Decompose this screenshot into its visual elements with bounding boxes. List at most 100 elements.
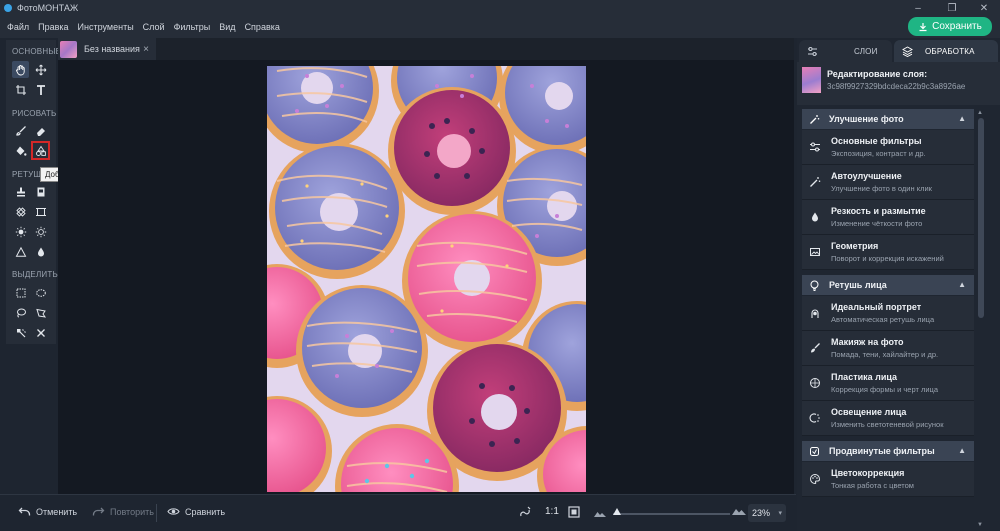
triangle-icon [15,246,26,257]
darken-tool[interactable] [32,223,49,240]
tab-layers[interactable]: СЛОИ [799,40,892,62]
item-auto-enhance[interactable]: Автоулучшение Улучшение фото в один клик [802,165,974,200]
magic-select-tool[interactable] [32,324,49,341]
zoom-slider-handle[interactable] [612,508,621,515]
scrollbar-thumb[interactable] [978,118,984,318]
smart-select-tool[interactable] [12,324,29,341]
patch-icon [37,187,44,196]
layer-info: Редактирование слоя: 3c98f9927329bdcdeca… [797,62,1000,105]
move-tool[interactable] [32,61,49,78]
ellipse-select-tool[interactable] [32,284,49,301]
face-shape-icon [810,378,820,388]
menu-edit[interactable]: Правка [38,22,68,32]
crop-tool[interactable] [12,81,29,98]
crop-icon [15,84,26,95]
patch-tool[interactable] [32,183,49,200]
document-tabs: Без названия × [58,38,794,60]
menu-layer[interactable]: Слой [143,22,165,32]
item-face-lighting[interactable]: Освещение лица Изменить светотеневой рис… [802,401,974,436]
scroll-up-icon[interactable]: ▲ [977,110,983,116]
restore-icon[interactable]: ❐ [938,0,966,16]
redo-label: Повторить [110,506,154,517]
undo-button[interactable]: Отменить [18,506,77,517]
fit-screen-icon[interactable] [567,505,581,519]
eye-icon [167,508,180,515]
rect-select-tool[interactable] [12,284,29,301]
eraser-tool[interactable] [32,122,49,139]
section-header-advanced-filters[interactable]: Продвинутые фильтры ▲ [802,441,974,461]
item-geometry[interactable]: Геометрия Поворот и коррекция искажений [802,235,974,270]
blur-tool[interactable] [32,243,49,260]
lighten-tool[interactable] [12,223,29,240]
makeup-brush-icon [811,343,820,353]
healing-tool[interactable] [12,203,29,220]
sun-outline-icon [35,226,46,237]
redo-button[interactable]: Повторить [92,506,154,517]
item-desc: Экспозиция, контраст и др. [831,149,926,158]
item-title: Макияж на фото [831,337,904,347]
polygon-lasso-tool[interactable] [32,304,49,321]
undo-icon [18,507,31,516]
app-window: ФотоМОНТАЖ – ❐ ✕ Файл Правка Инструменты… [0,0,1000,531]
document-tab-name: Без названия [84,44,140,54]
item-desc: Поворот и коррекция искажений [831,254,944,263]
ellipse-selection-icon [35,288,46,297]
frame-icon [35,207,46,216]
sharpen-tool[interactable] [12,243,29,260]
hand-tool[interactable] [12,61,29,78]
tools-section-basic: ОСНОВНЫЕ [12,47,62,56]
filter-icon [810,446,819,456]
actual-size-button[interactable]: 1:1 [545,506,559,517]
zoom-out-mountain-icon[interactable] [594,507,606,521]
selection-frame-tool[interactable] [32,203,49,220]
close-window-icon[interactable]: ✕ [970,0,998,16]
polygon-lasso-icon [35,308,46,318]
document-thumbnail [60,40,77,58]
item-face-plastic[interactable]: Пластика лица Коррекция формы и черт лиц… [802,366,974,401]
right-panel: СЛОИ ОБРАБОТКА Редактирование слоя: 3c98… [797,38,1000,531]
tools-section-select: ВЫДЕЛИТЬ [12,270,58,279]
save-button[interactable]: Сохранить [908,17,992,36]
chevron-up-icon: ▲ [958,446,966,455]
zoom-slider[interactable] [613,513,730,515]
right-panel-tabs: СЛОИ ОБРАБОТКА [797,38,1000,62]
brush-tool[interactable] [12,122,29,139]
paint-bucket-icon [16,146,26,156]
item-basic-filters[interactable]: Основные фильтры Экспозиция, контраст и … [802,130,974,165]
section-header-photo-enhance[interactable]: Улучшение фото ▲ [802,109,974,129]
minimize-icon[interactable]: – [904,0,932,16]
item-title: Пластика лица [831,372,898,382]
menu-filters[interactable]: Фильтры [174,22,211,32]
text-tool[interactable] [32,81,49,98]
fill-tool[interactable] [12,142,29,159]
item-sharpness-blur[interactable]: Резкость и размытие Изменение чёткости ф… [802,200,974,235]
item-ideal-portrait[interactable]: Идеальный портрет Автоматическая ретушь … [802,296,974,331]
document-tab[interactable]: Без названия × [58,38,156,60]
menu-tools[interactable]: Инструменты [78,22,134,32]
compare-button[interactable]: Сравнить [167,506,225,517]
menu-help[interactable]: Справка [245,22,280,32]
image-frame-icon [810,248,820,256]
layer-thumbnail [802,67,821,93]
eraser-icon [36,127,45,136]
sun-icon [15,226,26,237]
magic-wand-icon [810,177,821,187]
zoom-level-value: 23% [752,508,771,518]
canvas-area[interactable] [58,60,794,494]
add-shapes-tool[interactable] [31,141,50,160]
section-header-face-retouch[interactable]: Ретушь лица ▲ [802,275,974,295]
scroll-down-icon[interactable]: ▼ [977,522,983,528]
stamp-tool[interactable] [12,183,29,200]
magic-fix-icon[interactable] [518,505,532,519]
item-color-correction[interactable]: Цветокоррекция Тонкая работа с цветом [802,462,974,497]
tools-section-retouch: РЕТУШ [12,170,41,179]
tab-processing[interactable]: ОБРАБОТКА [894,40,998,62]
menu-view[interactable]: Вид [219,22,235,32]
lasso-tool[interactable] [12,304,29,321]
menu-file[interactable]: Файл [7,22,29,32]
sliders-icon [808,46,817,56]
zoom-in-mountain-icon[interactable] [732,505,746,519]
item-makeup[interactable]: Макияж на фото Помада, тени, хайлайтер и… [802,331,974,366]
close-tab-icon[interactable]: × [143,44,149,55]
zoom-level-field[interactable]: 23% ▾ [748,504,786,522]
